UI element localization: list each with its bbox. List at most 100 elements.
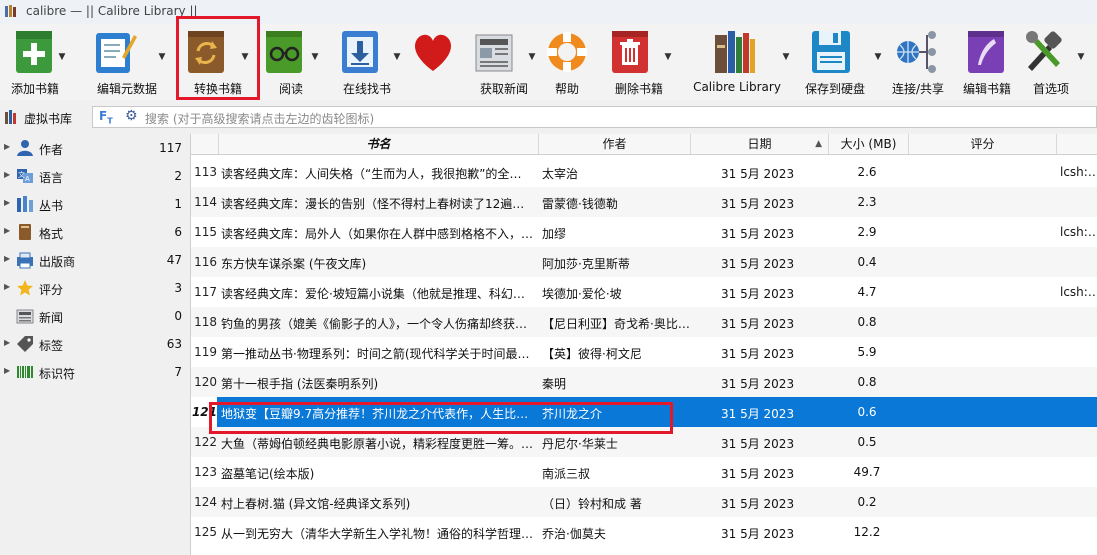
book-row[interactable]: 123 盗墓笔记(绘本版) 南派三叔 31 5月 2023 49.7 — [191, 457, 1097, 487]
book-row[interactable]: 114 读客经典文库：漫长的告别（怪不得村上春树读了12遍！… 雷蒙德·钱德勒 31 … — [191, 187, 1097, 217]
chevron-down-icon[interactable]: ▼ — [1077, 53, 1085, 62]
search-input[interactable]: FT ⚙ 搜索 (对于高级搜索请点击左边的齿轮图标) — [92, 106, 1097, 128]
get-books-button[interactable]: ▼ 在线找书 — [330, 24, 404, 100]
row-number: 117 — [194, 285, 217, 299]
chevron-down-icon[interactable]: ▼ — [874, 53, 882, 62]
chevron-down-icon[interactable]: ▼ — [782, 53, 790, 62]
tag-category-languages[interactable]: ▶ 文A 语言 2 — [0, 162, 186, 190]
tag-name: 语言 — [39, 171, 64, 185]
preferences-label: 首选项 — [1032, 82, 1069, 96]
library-label: Calibre Library — [693, 80, 781, 94]
tag-count: 1 — [174, 197, 182, 211]
book-row[interactable]: 113 读客经典文库：人间失格（“生而为人，我很抱歉”的全面… 太宰治 31 5月 2… — [191, 157, 1097, 187]
row-number: 124 — [194, 495, 217, 509]
row-number: 123 — [194, 465, 217, 479]
chevron-down-icon[interactable]: ▼ — [158, 53, 166, 62]
book-author: 太宰治 — [542, 167, 579, 181]
book-row[interactable]: 116 东方快车谋杀案 (午夜文库) 阿加莎·克里斯蒂 31 5月 2023 0.4 — [191, 247, 1097, 277]
fetch-news-button[interactable]: ▼ 获取新闻 — [464, 24, 544, 100]
donate-button[interactable] — [406, 24, 462, 100]
add-books-button[interactable]: ▼ 添加书籍 — [0, 24, 70, 100]
tag-name: 评分 — [39, 283, 64, 297]
header-rating[interactable]: 评分 — [909, 134, 1057, 154]
chevron-down-icon[interactable]: ▼ — [528, 53, 536, 62]
preferences-button[interactable]: ▼ 首选项 — [1018, 24, 1084, 100]
header-date[interactable]: 日期 ▲ — [691, 134, 829, 154]
book-author: 【英】彼得·柯文尼 — [542, 347, 642, 361]
header-author[interactable]: 作者 — [539, 134, 691, 154]
chevron-down-icon[interactable]: ▼ — [311, 53, 319, 62]
edit-metadata-button[interactable]: ▼ 编辑元数据 — [82, 24, 172, 100]
tag-name: 作者 — [39, 143, 64, 157]
book-row[interactable]: 118 钓鱼的男孩（媲美《偷影子的人》，一个令人伤痛却终获… 【尼日利亚】奇戈希·奥… — [191, 307, 1097, 337]
tag-count: 3 — [174, 281, 182, 295]
expand-arrow-icon[interactable]: ▶ — [4, 198, 10, 207]
chevron-down-icon[interactable]: ▼ — [393, 53, 401, 62]
book-author: 乔治·伽莫夫 — [542, 527, 606, 541]
book-size: 2.3 — [857, 195, 877, 209]
book-author: 秦明 — [542, 377, 567, 391]
row-number: 114 — [194, 195, 217, 209]
book-row[interactable]: 125 从一到无穷大（清华大学新生入学礼物！通俗的科学哲理… 乔治·伽莫夫 31 5月… — [191, 517, 1097, 547]
expand-arrow-icon[interactable]: ▶ — [4, 226, 10, 235]
library-button[interactable]: ▼ Calibre Library — [682, 24, 792, 100]
edit-book-button[interactable]: 编辑书籍 — [956, 24, 1018, 100]
tag-category-formats[interactable]: ▶ 格式 6 — [0, 218, 186, 246]
save-to-disk-button[interactable]: ▼ 保存到硬盘 — [796, 24, 881, 100]
book-size: 5.9 — [857, 345, 877, 359]
tag-category-tags[interactable]: ▶ 标签 63 — [0, 330, 186, 358]
fetch-news-label: 获取新闻 — [479, 82, 528, 96]
format-icon — [19, 224, 31, 240]
book-title: 读客经典文库：局外人（如果你在人群中感到格格不入，… — [221, 227, 533, 241]
remove-books-label: 删除书籍 — [614, 82, 663, 96]
book-title: 盗墓笔记(绘本版) — [221, 467, 315, 481]
help-button[interactable]: 帮助 — [542, 24, 592, 100]
tag-category-news[interactable]: 新闻 0 — [0, 302, 186, 330]
book-row[interactable]: 115 读客经典文库：局外人（如果你在人群中感到格格不入，… 加缪 31 5月 202… — [191, 217, 1097, 247]
expand-arrow-icon[interactable]: ▶ — [4, 282, 10, 291]
book-author: 南派三叔 — [542, 467, 591, 481]
remove-books-button[interactable]: ▼ 删除书籍 — [602, 24, 676, 100]
book-row[interactable]: 120 第十一根手指 (法医秦明系列) 秦明 31 5月 2023 0.8 — [191, 367, 1097, 397]
book-tags: lcsh: N — [1060, 165, 1097, 179]
book-author: （日）铃村和成 著 — [542, 497, 642, 511]
header-tags[interactable] — [1057, 134, 1097, 154]
gear-icon[interactable]: ⚙ — [125, 108, 138, 124]
expand-arrow-icon[interactable]: ▶ — [4, 170, 10, 179]
expand-arrow-icon[interactable]: ▶ — [4, 254, 10, 263]
add-book-icon — [16, 31, 52, 73]
person-icon — [17, 140, 33, 156]
book-row[interactable]: 124 村上春树.猫 (异文馆-经典译文系列) （日）铃村和成 著 31 5月 202… — [191, 487, 1097, 517]
tag-category-rating[interactable]: ▶ 评分 3 — [0, 274, 186, 302]
sort-ascending-icon: ▲ — [815, 139, 822, 149]
tag-category-identifiers[interactable]: ▶ 标识符 7 — [0, 358, 186, 386]
svg-text:A: A — [25, 175, 30, 183]
search-fields-icon[interactable]: FT — [99, 109, 113, 125]
book-title: 读客经典文库：爱伦·坡短篇小说集（他就是推理、科幻、… — [221, 287, 533, 301]
tag-category-publishers[interactable]: ▶ 出版商 47 — [0, 246, 186, 274]
book-size: 0.2 — [857, 495, 877, 509]
expand-arrow-icon[interactable]: ▶ — [4, 142, 10, 151]
chevron-down-icon[interactable]: ▼ — [664, 53, 672, 62]
download-book-icon — [342, 31, 378, 73]
book-title: 钓鱼的男孩（媲美《偷影子的人》，一个令人伤痛却终获… — [221, 317, 528, 331]
chevron-down-icon[interactable]: ▼ — [58, 53, 66, 62]
view-button[interactable]: ▼ 阅读 — [258, 24, 324, 100]
expand-arrow-icon[interactable]: ▶ — [4, 338, 10, 347]
tag-category-series[interactable]: ▶ 丛书 1 — [0, 190, 186, 218]
tag-count: 6 — [174, 225, 182, 239]
book-row[interactable]: 119 第一推动丛书·物理系列：时间之箭(现代科学关于时间最… 【英】彼得·柯文尼 3… — [191, 337, 1097, 367]
book-size: 0.8 — [857, 315, 877, 329]
book-date: 31 5月 2023 — [721, 227, 795, 241]
row-number: 120 — [194, 375, 217, 389]
book-row[interactable]: 117 读客经典文库：爱伦·坡短篇小说集（他就是推理、科幻、… 埃德加·爱伦·坡 31… — [191, 277, 1097, 307]
header-title[interactable]: 书名 — [219, 134, 539, 154]
tag-category-authors[interactable]: ▶ 作者 117 — [0, 134, 186, 162]
book-date: 31 5月 2023 — [721, 167, 795, 181]
row-number: 118 — [194, 315, 217, 329]
tag-count: 63 — [166, 337, 182, 351]
header-size[interactable]: 大小 (MB) — [829, 134, 909, 154]
expand-arrow-icon[interactable]: ▶ — [4, 366, 10, 375]
connect-share-button[interactable]: 连接/共享 — [886, 24, 950, 100]
book-author: 丹尼尔·华莱士 — [542, 437, 618, 451]
